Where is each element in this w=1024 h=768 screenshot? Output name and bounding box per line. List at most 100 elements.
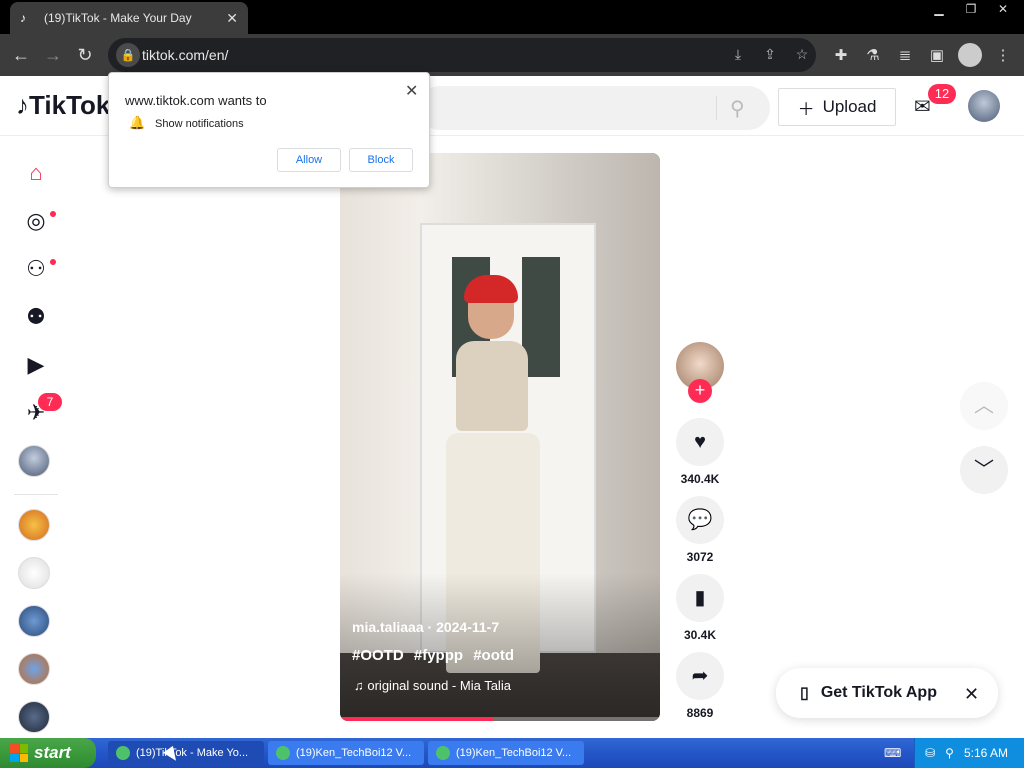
- close-window-icon[interactable]: ✕: [990, 1, 1016, 17]
- heart-icon: ♥: [694, 431, 706, 453]
- hashtag-link[interactable]: #OOTD: [352, 647, 404, 664]
- video-progress-bar[interactable]: [340, 717, 660, 721]
- chevron-up-icon: ︿: [974, 395, 994, 417]
- following-avatar[interactable]: [18, 509, 50, 541]
- windows-taskbar: start (19)TikTok - Make Yo... (19)Ken_Te…: [0, 738, 1024, 768]
- video-progress-fill: [340, 717, 494, 721]
- share-arrow-icon: ➦: [691, 665, 709, 687]
- forward-icon[interactable]: →: [40, 42, 66, 68]
- start-label: start: [34, 743, 71, 762]
- browser-tab[interactable]: ♪ (19)TikTok - Make Your Day ✕: [10, 2, 248, 34]
- extensions-icon[interactable]: ✚: [830, 46, 852, 64]
- close-icon[interactable]: ✕: [405, 81, 418, 101]
- user-avatar[interactable]: [968, 90, 1000, 122]
- browser-app-icon: [116, 746, 130, 760]
- following-icon[interactable]: ⚇: [20, 253, 52, 285]
- upload-button[interactable]: ＋ Upload: [778, 88, 896, 126]
- clock[interactable]: 5:16 AM: [964, 746, 1008, 760]
- windows-flag-icon: [10, 744, 28, 762]
- bookmark-icon: ▮: [694, 587, 706, 609]
- comment-count: 3072: [686, 550, 714, 564]
- url-text[interactable]: tiktok.com/en/: [142, 47, 228, 63]
- comment-button[interactable]: 💬: [676, 496, 724, 544]
- explore-icon[interactable]: ◎: [20, 205, 52, 237]
- lock-icon[interactable]: 🔒: [116, 43, 140, 67]
- permission-site: www.tiktok.com wants to: [125, 93, 267, 108]
- restore-icon[interactable]: ❐: [958, 1, 984, 17]
- tiktok-note-icon: ♪: [16, 90, 29, 120]
- reload-icon[interactable]: ↻: [72, 42, 98, 68]
- search-input[interactable]: ⚲: [418, 86, 770, 130]
- system-tray: ⛁ ⚲ 5:16 AM: [914, 738, 1024, 768]
- share-count: 8869: [686, 706, 714, 720]
- chevron-down-icon: ﹀: [974, 459, 994, 481]
- phone-icon: ▯: [800, 685, 809, 702]
- share-button[interactable]: ➦: [676, 652, 724, 700]
- save-button[interactable]: ▮: [676, 574, 724, 622]
- minimize-icon[interactable]: ▁: [926, 1, 952, 17]
- upload-label: Upload: [822, 97, 877, 116]
- permission-text: Show notifications: [155, 118, 244, 130]
- like-count: 340.4K: [680, 472, 720, 486]
- keyboard-icon[interactable]: ⌨: [884, 746, 904, 760]
- bell-icon: 🔔: [129, 115, 146, 130]
- following-avatar[interactable]: [18, 653, 50, 685]
- next-video-button[interactable]: ﹀: [960, 446, 1008, 494]
- messages-badge: 7: [38, 393, 62, 411]
- hashtag-link[interactable]: #ootd: [473, 647, 514, 664]
- hashtag-link[interactable]: #fyppp: [414, 647, 463, 664]
- following-dot: [50, 259, 56, 265]
- explore-dot: [50, 211, 56, 217]
- bookmark-star-icon[interactable]: ☆: [792, 46, 812, 64]
- like-button[interactable]: ♥: [676, 418, 724, 466]
- profile-avatar[interactable]: [18, 445, 50, 477]
- plus-icon: ＋: [797, 99, 815, 119]
- taskbar-task[interactable]: (19)Ken_TechBoi12 V...: [428, 741, 584, 765]
- music-note-icon: ♫: [354, 678, 364, 693]
- following-avatar[interactable]: [18, 557, 50, 589]
- block-button[interactable]: Block: [349, 148, 413, 172]
- video-player[interactable]: mia.taliaaa · 2024-11-7 #OOTD #fyppp #oo…: [340, 153, 660, 721]
- network-icon[interactable]: ⛁: [925, 746, 935, 760]
- close-icon[interactable]: ✕: [964, 684, 979, 705]
- search-divider: [716, 96, 717, 120]
- tab-close-icon[interactable]: ✕: [226, 10, 238, 27]
- video-author[interactable]: mia.taliaaa · 2024-11-7: [352, 619, 499, 635]
- previous-video-button[interactable]: ︿: [960, 382, 1008, 430]
- friends-icon[interactable]: ⚉: [20, 301, 52, 333]
- window-controls: ▁ ❐ ✕: [926, 1, 1016, 17]
- browser-profile-icon[interactable]: [958, 43, 982, 67]
- share-icon[interactable]: ⇪: [760, 46, 780, 64]
- media-queue-icon[interactable]: ≣: [894, 46, 916, 64]
- sidebar-divider: [14, 494, 58, 495]
- tab-title: (19)TikTok - Make Your Day: [44, 11, 192, 25]
- following-avatar[interactable]: [18, 605, 50, 637]
- search-icon[interactable]: ⚲: [730, 96, 754, 120]
- allow-button[interactable]: Allow: [277, 148, 341, 172]
- save-count: 30.4K: [683, 628, 717, 642]
- video-sound[interactable]: ♫ original sound - Mia Talia: [354, 678, 511, 693]
- tiktok-favicon-icon: ♪: [20, 11, 26, 25]
- install-icon[interactable]: ⤓: [728, 46, 748, 64]
- search-icon[interactable]: ⚲: [945, 746, 954, 760]
- start-button[interactable]: start: [0, 738, 96, 768]
- comment-icon: 💬: [687, 509, 713, 531]
- inbox-badge: 12: [928, 84, 956, 104]
- browser-app-icon: [436, 746, 450, 760]
- labs-flask-icon[interactable]: ⚗: [862, 46, 884, 64]
- side-panel-icon[interactable]: ▣: [926, 46, 948, 64]
- get-app-label: Get TikTok App: [820, 684, 937, 701]
- tiktok-logo[interactable]: ♪TikTok: [16, 90, 110, 121]
- home-icon[interactable]: ⌂: [20, 157, 52, 189]
- video-hashtags: #OOTD #fyppp #ootd: [352, 647, 520, 664]
- live-icon[interactable]: ▶: [20, 349, 52, 381]
- following-avatar[interactable]: [18, 701, 50, 733]
- notification-permission-popup: www.tiktok.com wants to 🔔 Show notificat…: [108, 72, 430, 188]
- address-bar[interactable]: 🔒 tiktok.com/en/ ⤓ ⇪ ☆: [108, 38, 816, 72]
- browser-toolbar: ← → ↻ 🔒 tiktok.com/en/ ⤓ ⇪ ☆ ✚ ⚗ ≣ ▣ ⋮: [0, 34, 1024, 76]
- follow-plus-icon[interactable]: +: [688, 379, 712, 403]
- browser-menu-icon[interactable]: ⋮: [992, 46, 1014, 64]
- back-icon[interactable]: ←: [8, 42, 34, 68]
- taskbar-task[interactable]: (19)Ken_TechBoi12 V...: [268, 741, 424, 765]
- taskbar-task[interactable]: (19)TikTok - Make Yo...: [108, 741, 264, 765]
